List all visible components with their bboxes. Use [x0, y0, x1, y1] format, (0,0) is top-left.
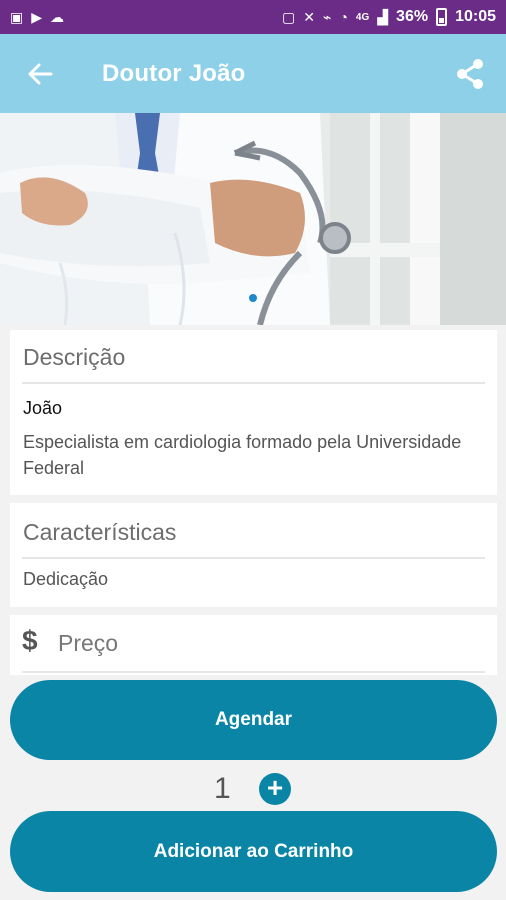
doctor-name: João: [23, 398, 63, 418]
price-card: $ Preço: [10, 615, 497, 675]
app-bar: Doutor João: [0, 34, 506, 113]
signal-icon: ▟: [377, 8, 389, 25]
features-heading: Características: [23, 519, 177, 545]
divider: [22, 671, 485, 673]
network-type: 4G: [355, 11, 370, 23]
features-card: Características Dedicação: [10, 503, 497, 607]
status-right: ▢ ✕ ⌁ ◔ 4G ▟ 36% 10:05: [282, 8, 496, 26]
quantity-selector: 1 +: [0, 770, 506, 810]
share-button[interactable]: [450, 54, 490, 94]
arrow-left-icon: [28, 63, 53, 84]
features-text: Dedicação: [23, 569, 109, 589]
dollar-icon: $: [22, 625, 38, 656]
divider: [22, 557, 485, 559]
divider: [22, 382, 485, 384]
plus-icon[interactable]: +: [259, 773, 291, 805]
quantity-value: 1: [214, 772, 231, 805]
carousel-indicator[interactable]: [249, 294, 257, 302]
mute-icon: ✕: [303, 8, 316, 25]
notification-icon: ▢: [282, 8, 296, 25]
back-button[interactable]: [20, 54, 60, 94]
gallery-icon: ▣: [10, 8, 24, 25]
status-bar: ▣ ▶ ☁ ▢ ✕ ⌁ ◔ 4G ▟ 36% 10:05: [0, 0, 506, 34]
cloud-icon: ☁: [50, 8, 65, 25]
clock: 10:05: [455, 8, 496, 25]
battery-icon: [436, 8, 448, 26]
description-heading: Descrição: [23, 344, 126, 370]
add-to-cart-button[interactable]: Adicionar ao Carrinho: [10, 811, 497, 892]
description-card: Descrição João Especialista em cardiolog…: [10, 330, 497, 495]
wifi-icon: ◔: [339, 9, 348, 25]
schedule-button[interactable]: Agendar: [10, 680, 497, 760]
page-title: Doutor João: [102, 59, 246, 87]
volte-icon: ⌁: [323, 8, 332, 25]
status-left: ▣ ▶ ☁: [10, 9, 64, 26]
description-text: Especialista em cardiologia formado pela…: [23, 432, 462, 478]
share-icon: [457, 59, 483, 89]
play-icon: ▶: [31, 8, 43, 25]
price-label: Preço: [58, 630, 119, 656]
battery-percent: 36%: [396, 8, 429, 25]
